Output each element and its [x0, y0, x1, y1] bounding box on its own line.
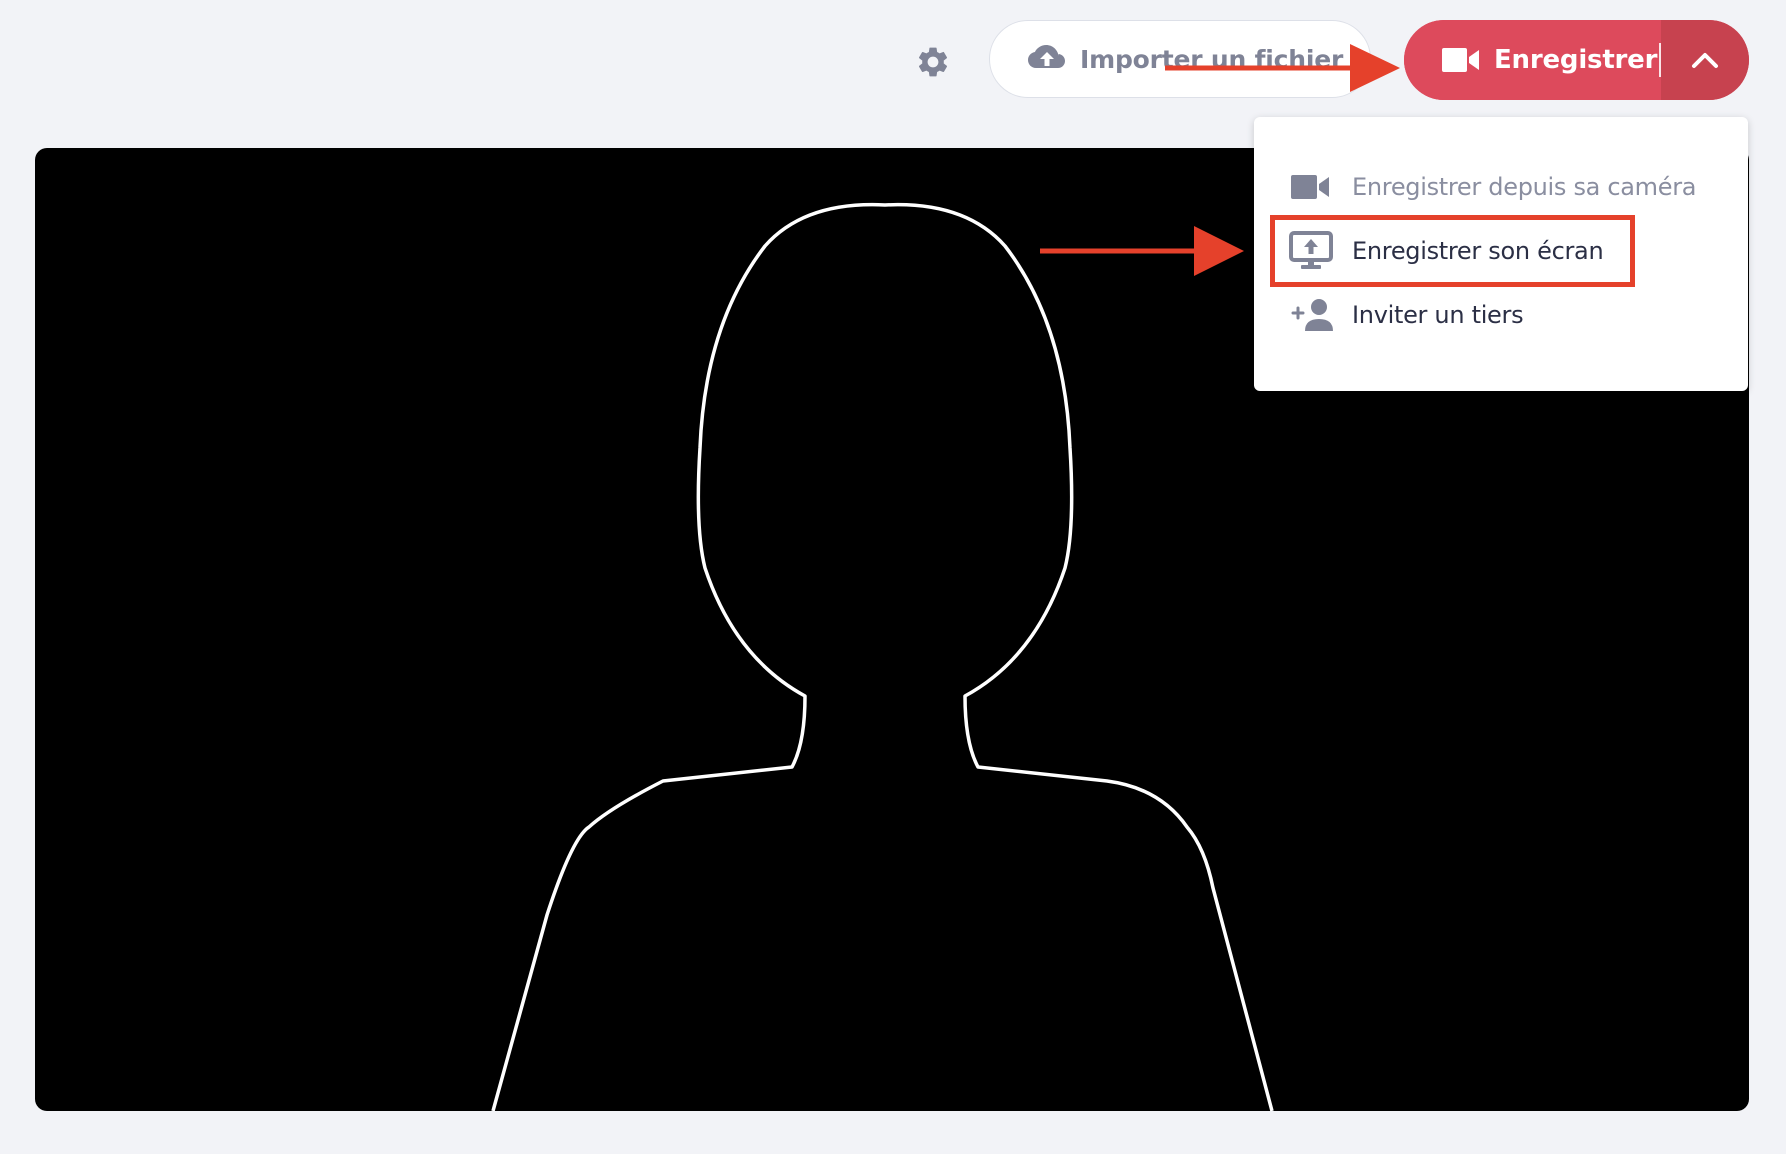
record-options-toggle[interactable]: [1661, 20, 1749, 100]
menu-item-record-camera[interactable]: Enregistrer depuis sa caméra: [1254, 155, 1748, 219]
import-file-label: Importer un fichier: [1080, 44, 1344, 74]
record-split-button: Enregistrer: [1404, 20, 1749, 100]
menu-item-label: Enregistrer son écran: [1352, 237, 1604, 265]
menu-item-label: Enregistrer depuis sa caméra: [1352, 173, 1697, 201]
video-camera-icon: [1442, 48, 1479, 72]
recording-page: Importer un fichier Enregistrer Enregist…: [0, 0, 1786, 1154]
menu-item-record-screen[interactable]: Enregistrer son écran: [1254, 219, 1748, 283]
record-label: Enregistrer: [1494, 45, 1658, 75]
record-options-menu: Enregistrer depuis sa caméra Enregistrer…: [1254, 117, 1748, 391]
gear-icon: [918, 47, 948, 77]
menu-item-invite[interactable]: Inviter un tiers: [1254, 283, 1748, 347]
video-camera-icon: [1288, 167, 1334, 207]
settings-button[interactable]: [907, 36, 959, 88]
import-file-button[interactable]: Importer un fichier: [989, 20, 1371, 98]
record-button[interactable]: Enregistrer: [1404, 20, 1659, 100]
chevron-up-icon: [1692, 53, 1718, 68]
cloud-upload-icon: [1028, 45, 1065, 68]
menu-item-label: Inviter un tiers: [1352, 301, 1524, 329]
screen-share-icon: [1288, 231, 1334, 271]
add-person-icon: [1288, 295, 1334, 335]
